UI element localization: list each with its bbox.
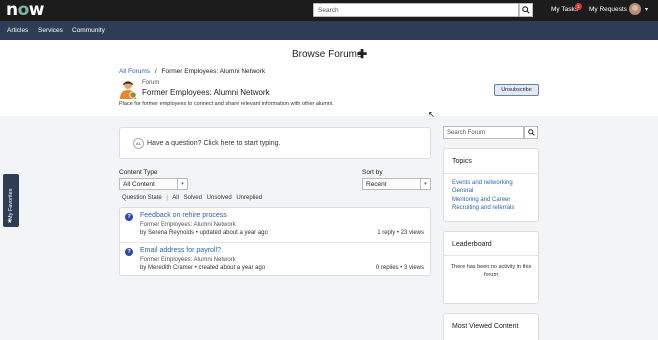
chevron-down-icon[interactable]: ▾ xyxy=(645,6,648,13)
post-title-link[interactable]: Feedback on rehire process xyxy=(140,212,227,219)
question-cta[interactable]: Click here to start typing. xyxy=(203,140,280,147)
chevron-down-icon: ▾ xyxy=(420,179,430,189)
servicenow-logo[interactable]: now xyxy=(6,1,45,19)
my-requests-link[interactable]: My Requests xyxy=(589,6,627,13)
ask-question-prompt[interactable]: Have a question? Click here to start typ… xyxy=(147,140,280,147)
plus-icon[interactable]: ✚ xyxy=(357,47,367,61)
sort-by-label: Sort by xyxy=(362,169,383,176)
filter-separator: | xyxy=(166,195,168,201)
top-bar: now Search My Tasks 1 My Requests ▾ xyxy=(0,0,658,21)
user-avatar[interactable] xyxy=(629,3,641,15)
most-viewed-card: Most Viewed Content xyxy=(443,313,539,340)
question-icon: ? xyxy=(125,213,133,221)
topics-title: Topics xyxy=(452,158,472,165)
star-icon: ★ xyxy=(7,219,13,225)
topic-link[interactable]: Events and networking xyxy=(452,180,513,186)
topic-link[interactable]: Mentoring and Career xyxy=(452,197,510,203)
chevron-down-icon: ▾ xyxy=(177,179,187,189)
filter-all[interactable]: All xyxy=(172,195,179,201)
topic-link[interactable]: General xyxy=(452,188,473,194)
question-icon: ? xyxy=(125,248,133,256)
search-icon xyxy=(527,129,535,136)
menu-item-articles[interactable]: Articles xyxy=(7,27,28,34)
search-icon xyxy=(522,6,530,14)
tasks-count-badge: 1 xyxy=(575,3,582,10)
breadcrumb-separator: / xyxy=(154,68,157,75)
page-title: Browse Forums xyxy=(292,49,363,60)
content-type-select[interactable]: All Content ▾ xyxy=(119,178,188,190)
post-meta: by Serena Reynolds • updated about a yea… xyxy=(140,230,268,236)
post-row[interactable]: ? Email address for payroll? Former Empl… xyxy=(120,242,430,276)
main-menu: Articles Services Community xyxy=(0,21,658,40)
menu-item-community[interactable]: Community xyxy=(72,27,105,34)
topics-card: Topics Events and networking General Men… xyxy=(443,148,539,222)
user-initials-avatar: AL xyxy=(133,138,144,149)
leaderboard-card: Leaderboard There has been no activity i… xyxy=(443,231,539,304)
content-type-value: All Content xyxy=(123,181,155,188)
post-stats: 1 reply • 23 views xyxy=(377,230,424,236)
sort-by-value: Recent xyxy=(366,181,387,188)
leaderboard-empty-note: There has been no activity in this forum xyxy=(450,264,532,278)
post-row[interactable]: ? Feedback on rehire process Former Empl… xyxy=(120,208,430,242)
breadcrumb-all-forums[interactable]: All Forums xyxy=(119,68,150,75)
my-tasks-link[interactable]: My Tasks xyxy=(551,6,578,13)
leaderboard-title: Leaderboard xyxy=(452,241,492,248)
forum-label: Forum xyxy=(142,80,160,86)
content-type-label: Content Type xyxy=(119,169,158,176)
filter-unreplied[interactable]: Unreplied xyxy=(236,195,262,201)
post-forum: Former Employees: Alumni Network xyxy=(140,257,236,263)
filter-solved[interactable]: Solved xyxy=(184,195,202,201)
divider xyxy=(444,255,538,256)
breadcrumb-current: Former Employees: Alumni Network xyxy=(161,68,266,75)
filter-unsolved[interactable]: Unsolved xyxy=(207,195,232,201)
mouse-cursor: ↖ xyxy=(428,110,435,119)
post-meta: by Meredith Cramer • created about a yea… xyxy=(140,265,266,271)
forum-search-button[interactable] xyxy=(524,126,538,139)
global-search-input[interactable]: Search xyxy=(313,3,519,17)
question-state-filters: Question State | All Solved Unsolved Unr… xyxy=(122,195,262,201)
forum-description: Place for former employees to connect an… xyxy=(119,101,334,107)
favorites-label: My Favorites xyxy=(8,188,14,220)
most-viewed-title: Most Viewed Content xyxy=(452,323,519,330)
forum-person-icon xyxy=(120,81,137,99)
post-stats: 0 replies • 3 views xyxy=(375,265,424,271)
question-state-label: Question State xyxy=(122,195,162,201)
menu-item-services[interactable]: Services xyxy=(38,27,63,34)
ask-question-card[interactable]: AL Have a question? Click here to start … xyxy=(119,127,431,159)
post-title-link[interactable]: Email address for payroll? xyxy=(140,247,221,254)
forum-name: Former Employees: Alumni Network xyxy=(142,88,270,97)
forum-search-input[interactable]: Search Forum xyxy=(443,126,524,139)
post-forum: Former Employees: Alumni Network xyxy=(140,222,236,228)
divider xyxy=(444,173,538,174)
unsubscribe-button[interactable]: Unsubscribe xyxy=(494,84,539,96)
topic-link[interactable]: Recruiting and referrals xyxy=(452,205,514,211)
question-prompt-label: Have a question? xyxy=(147,140,202,147)
sort-by-select[interactable]: Recent ▾ xyxy=(362,178,431,190)
post-list: ? Feedback on rehire process Former Empl… xyxy=(119,207,431,276)
breadcrumb: All Forums / Former Employees: Alumni Ne… xyxy=(119,68,265,75)
my-favorites-tab[interactable]: My Favorites ★ xyxy=(3,174,19,227)
search-button[interactable] xyxy=(519,3,533,17)
